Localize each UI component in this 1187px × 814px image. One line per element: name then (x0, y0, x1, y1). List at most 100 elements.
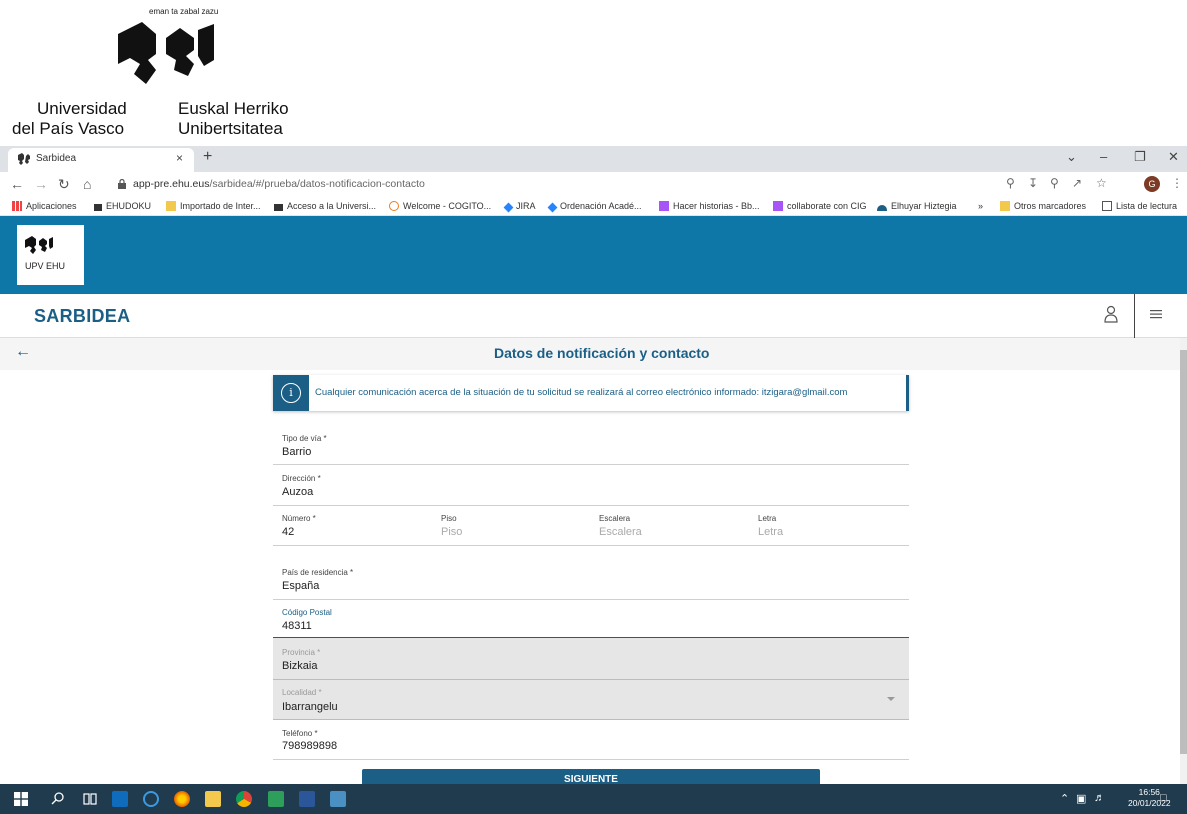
codigo-postal-field[interactable]: Código Postal 48311 (273, 600, 909, 638)
numero-field[interactable]: Número * 42 (273, 506, 432, 546)
file-explorer-icon[interactable] (205, 791, 221, 807)
forward-nav-icon[interactable]: → (34, 176, 48, 192)
remote-desktop-icon[interactable] (330, 791, 346, 807)
share-icon[interactable]: ↗ (1072, 176, 1082, 190)
university-name-es-line1: Universidad (37, 99, 127, 118)
bookmark-item[interactable]: Elhuyar Hiztegia (877, 201, 957, 211)
bookmark-item[interactable]: EHUDOKU (94, 201, 151, 211)
upv-bookmark-icon (274, 204, 283, 211)
key-icon[interactable]: ⚲ (1006, 176, 1015, 190)
localidad-value: Ibarrangelu (282, 701, 338, 713)
back-arrow-icon[interactable]: ← (15, 343, 31, 361)
url-path: /sarbidea/#/prueba/datos-notificacion-co… (209, 178, 425, 190)
browser-tab[interactable]: Sarbidea × (8, 148, 194, 172)
bookmarks-overflow-button[interactable]: » (978, 201, 983, 211)
edge-icon[interactable] (143, 791, 159, 807)
close-window-button[interactable]: ✕ (1168, 149, 1179, 165)
blackboard-icon (773, 201, 783, 211)
chevron-down-icon (887, 697, 895, 701)
tipo-via-label: Tipo de vía * (282, 434, 327, 443)
search-icon[interactable] (50, 791, 66, 807)
direccion-value: Auzoa (282, 486, 314, 498)
tab-search-icon[interactable]: ⌄ (1066, 149, 1077, 165)
reading-list-icon (1102, 201, 1112, 211)
tab-title: Sarbidea (36, 153, 77, 164)
apps-grid-icon (12, 201, 22, 211)
codigo-postal-label: Código Postal (282, 608, 332, 617)
photos-icon[interactable] (268, 791, 284, 807)
escalera-label: Escalera (599, 514, 631, 523)
more-menu-icon[interactable]: ⋮ (1171, 176, 1183, 190)
university-logo-icon (118, 22, 214, 84)
bookmark-item[interactable]: Otros marcadores (1000, 201, 1086, 211)
localidad-field: Localidad * Ibarrangelu (273, 680, 909, 720)
bookmark-item[interactable]: Importado de Inter... (166, 201, 261, 211)
reload-icon[interactable]: ↻ (58, 176, 70, 193)
bookmark-item[interactable]: Aplicaciones (12, 201, 77, 211)
numero-label: Número * (282, 514, 316, 523)
piso-field[interactable]: Piso Piso (432, 506, 591, 546)
tipo-via-field[interactable]: Tipo de vía * Barrio (273, 425, 909, 465)
firefox-icon[interactable] (174, 791, 190, 807)
escalera-placeholder: Escalera (599, 526, 642, 538)
user-icon[interactable] (1104, 305, 1118, 323)
back-nav-icon[interactable]: ← (10, 176, 24, 192)
bookmark-item[interactable]: Lista de lectura (1102, 201, 1177, 211)
page-title: Datos de notificación y contacto (494, 345, 710, 361)
bookmark-item[interactable]: Hacer historias - Bb... (659, 201, 760, 211)
volume-icon[interactable]: ♬ (1094, 792, 1105, 804)
url-host: app-pre.ehu.eus (133, 178, 210, 190)
app-brand[interactable]: SARBIDEA (34, 306, 130, 327)
word-icon[interactable] (299, 791, 315, 807)
localidad-label: Localidad * (282, 688, 322, 697)
url-text: app-pre.ehu.eus/sarbidea/#/prueba/datos-… (133, 178, 425, 190)
profile-avatar[interactable]: G (1144, 176, 1160, 192)
windows-start-icon[interactable] (14, 792, 28, 806)
bookmark-item[interactable]: Acceso a la Universi... (274, 201, 376, 211)
tray-chevron-icon[interactable]: ⌃ (1060, 792, 1069, 805)
bookmark-item[interactable]: JIRA (503, 201, 536, 213)
piso-label: Piso (441, 514, 457, 523)
info-message: Cualquier comunicación acerca de la situ… (315, 387, 848, 398)
notifications-icon[interactable]: □ (1160, 792, 1167, 804)
minimize-button[interactable]: – (1100, 149, 1107, 164)
tab-close-button[interactable]: × (176, 151, 183, 165)
elhuyar-icon (877, 205, 887, 211)
direccion-label: Dirección * (282, 474, 321, 483)
upv-bookmark-icon (94, 204, 102, 211)
pais-value: España (282, 580, 320, 592)
jira-icon (547, 202, 558, 213)
outlook-icon[interactable] (112, 791, 128, 807)
new-tab-button[interactable]: + (203, 148, 212, 166)
letra-label: Letra (758, 514, 777, 523)
scrollbar-thumb[interactable] (1180, 350, 1187, 754)
network-icon[interactable]: ▣ (1076, 792, 1086, 805)
pais-field[interactable]: País de residencia * España (273, 546, 909, 600)
folder-icon (1000, 201, 1010, 211)
bookmark-item[interactable]: Welcome - COGITO... (389, 201, 491, 211)
info-notice: i Cualquier comunicación acerca de la si… (273, 375, 909, 411)
restore-button[interactable]: ❐ (1134, 149, 1146, 165)
letterhead: eman ta zabal zazu Universidad del País … (0, 0, 1187, 146)
address-detail-row: Número * 42 Piso Piso Escalera Escalera … (273, 506, 909, 546)
zoom-icon[interactable]: ⚲ (1050, 176, 1059, 190)
direccion-field[interactable]: Dirección * Auzoa (273, 465, 909, 506)
home-icon[interactable]: ⌂ (83, 176, 91, 192)
tipo-via-value: Barrio (282, 446, 312, 458)
telefono-value: 798989898 (282, 740, 338, 752)
provincia-field: Provincia * Bizkaia (273, 638, 909, 680)
codigo-postal-value: 48311 (282, 620, 312, 632)
bookmark-item[interactable]: Ordenación Acadé... (547, 201, 642, 213)
info-accent: i (273, 375, 309, 411)
telefono-field[interactable]: Teléfono * 798989898 (273, 720, 909, 760)
install-icon[interactable]: ↧ (1028, 176, 1038, 190)
letra-field[interactable]: Letra Letra (750, 506, 909, 546)
task-view-icon[interactable] (82, 791, 98, 807)
chrome-icon[interactable] (236, 791, 252, 807)
browser-tab-bar: Sarbidea × (0, 146, 1187, 172)
escalera-field[interactable]: Escalera Escalera (591, 506, 750, 546)
bookmark-item[interactable]: collaborate con CIG (773, 201, 867, 211)
star-icon[interactable]: ☆ (1096, 176, 1107, 190)
app-header (0, 294, 1187, 338)
hamburger-menu-icon[interactable] (1150, 309, 1162, 319)
